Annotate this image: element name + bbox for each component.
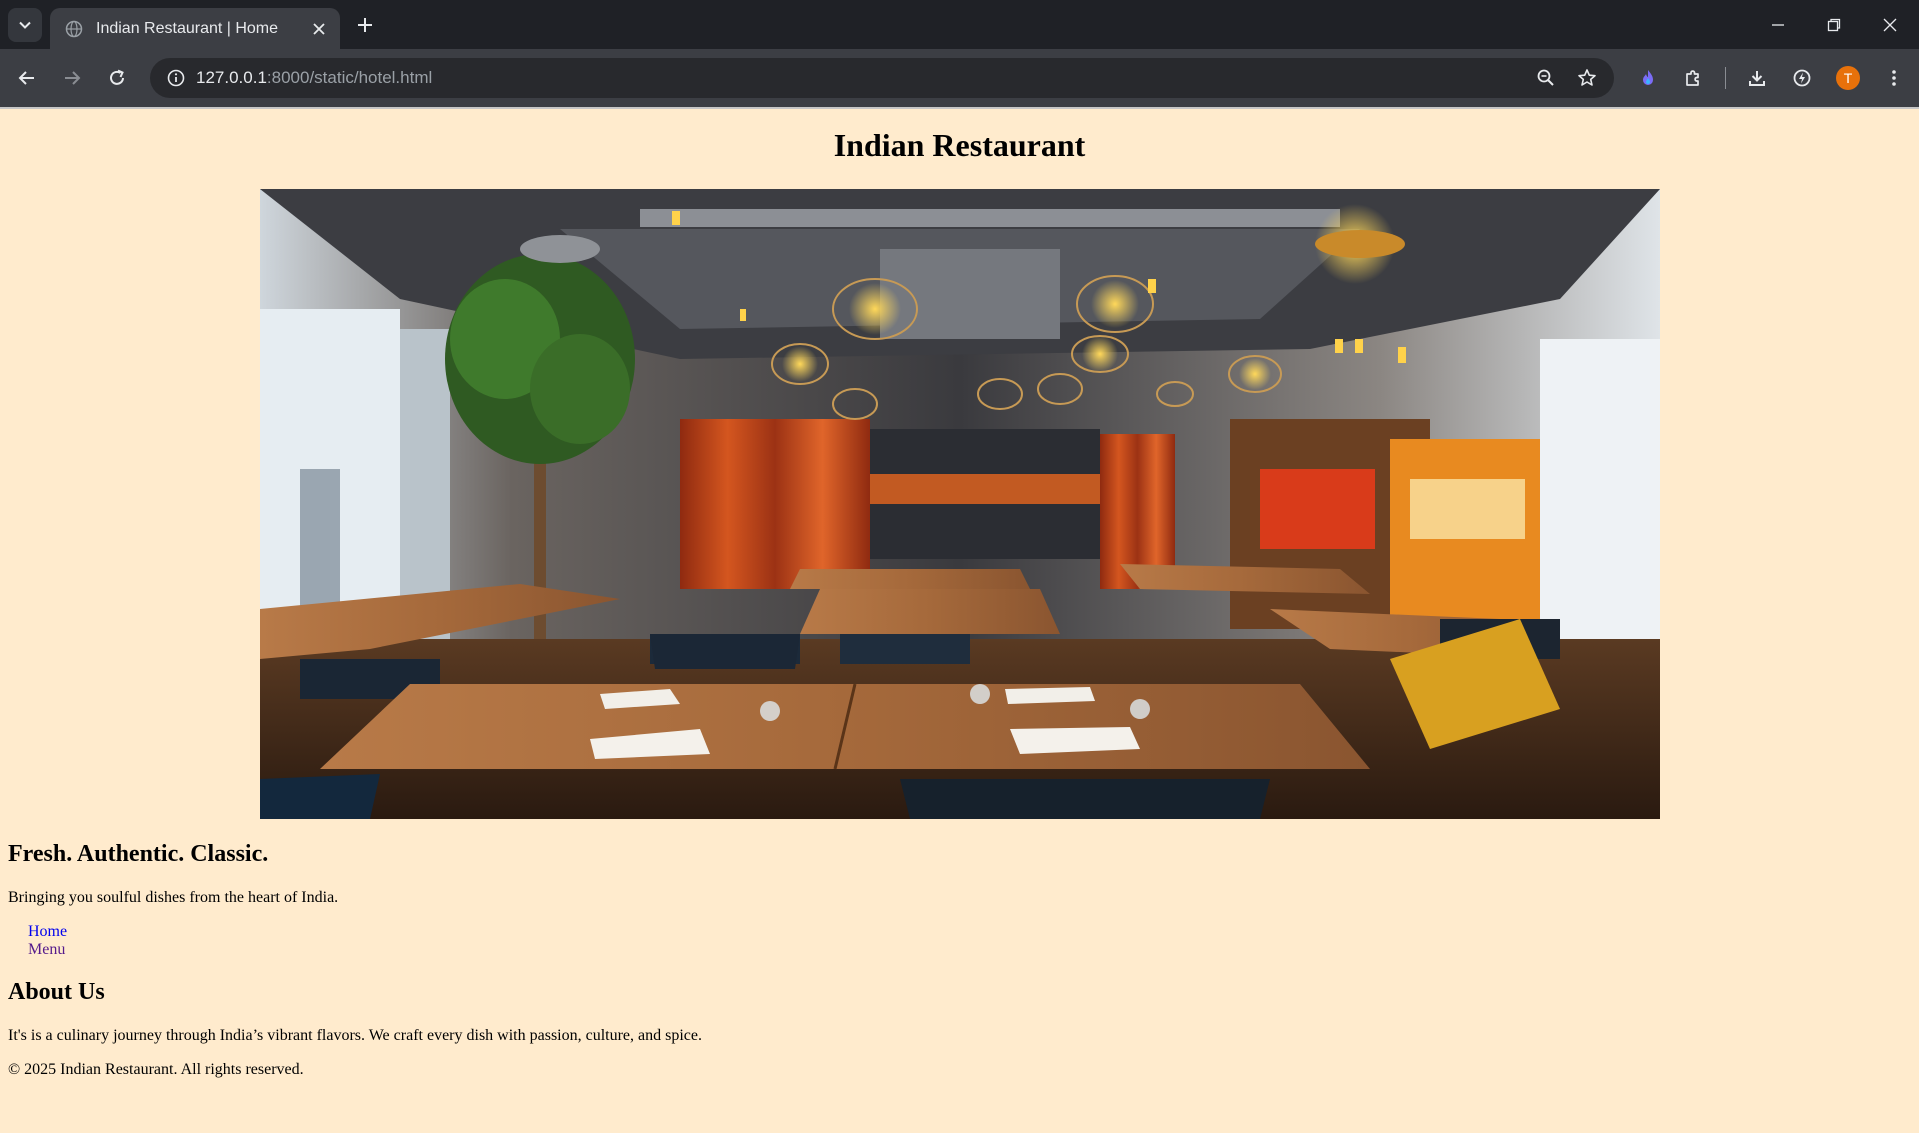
arrow-left-icon <box>18 71 34 85</box>
extension-flame-icon[interactable] <box>1630 60 1666 96</box>
downloads-icon[interactable] <box>1739 60 1775 96</box>
arrow-right-icon <box>65 71 81 85</box>
footer-copyright: © 2025 Indian Restaurant. All rights res… <box>8 1061 304 1078</box>
close-window-button[interactable] <box>1862 0 1918 49</box>
about-text: It's is a culinary journey through India… <box>8 1027 703 1044</box>
url-path: :8000/static/hotel.html <box>266 68 433 87</box>
about-heading: About Us <box>8 979 105 1005</box>
address-bar[interactable]: 127.0.0.1:8000/static/hotel.html <box>150 58 1614 98</box>
nav-link-menu[interactable]: Menu <box>28 941 65 958</box>
nav-item-menu: Menu <box>28 941 67 959</box>
zoom-icon[interactable] <box>1530 62 1562 94</box>
hero-image <box>260 189 1660 819</box>
restore-window-button[interactable] <box>1806 0 1862 49</box>
close-tab-icon[interactable] <box>306 16 332 42</box>
more-menu-icon[interactable] <box>1876 60 1912 96</box>
tagline: Fresh. Authentic. Classic. <box>8 841 269 867</box>
page-title: Indian Restaurant <box>833 127 1086 163</box>
site-nav: Home Menu <box>28 923 67 959</box>
nav-item-home: Home <box>28 923 67 941</box>
restore-icon <box>1827 18 1841 31</box>
browser-tab-strip: Indian Restaurant | Home <box>0 0 1919 49</box>
reload-icon <box>110 69 124 85</box>
tagline-description: Bringing you soulful dishes from the hea… <box>8 889 339 906</box>
browser-tab-active[interactable]: Indian Restaurant | Home <box>50 8 340 49</box>
forward-button[interactable] <box>54 60 90 96</box>
close-icon <box>1883 18 1897 31</box>
url-text[interactable]: 127.0.0.1:8000/static/hotel.html <box>196 68 432 88</box>
performance-icon[interactable] <box>1784 60 1820 96</box>
nav-link-home[interactable]: Home <box>28 923 67 940</box>
tab-search-button[interactable] <box>8 8 42 42</box>
page-content: Indian Restaurant Fresh. Authentic. Clas… <box>0 109 1919 1133</box>
extensions-puzzle-icon[interactable] <box>1675 60 1711 96</box>
tab-title: Indian Restaurant | Home <box>96 19 279 37</box>
profile-avatar[interactable]: T <box>1836 66 1860 90</box>
chevron-down-icon <box>19 21 31 29</box>
back-button[interactable] <box>9 60 45 96</box>
plus-icon <box>358 18 372 32</box>
globe-icon <box>64 19 84 39</box>
browser-toolbar: 127.0.0.1:8000/static/hotel.html <box>0 49 1919 107</box>
url-host: 127.0.0.1 <box>196 68 267 87</box>
minimize-icon <box>1772 23 1784 26</box>
bookmark-star-icon[interactable] <box>1571 62 1603 94</box>
minimize-window-button[interactable] <box>1750 0 1806 49</box>
reload-button[interactable] <box>99 60 135 96</box>
site-info-icon[interactable] <box>160 62 192 94</box>
toolbar-divider <box>1725 67 1726 89</box>
new-tab-button[interactable] <box>350 10 380 40</box>
